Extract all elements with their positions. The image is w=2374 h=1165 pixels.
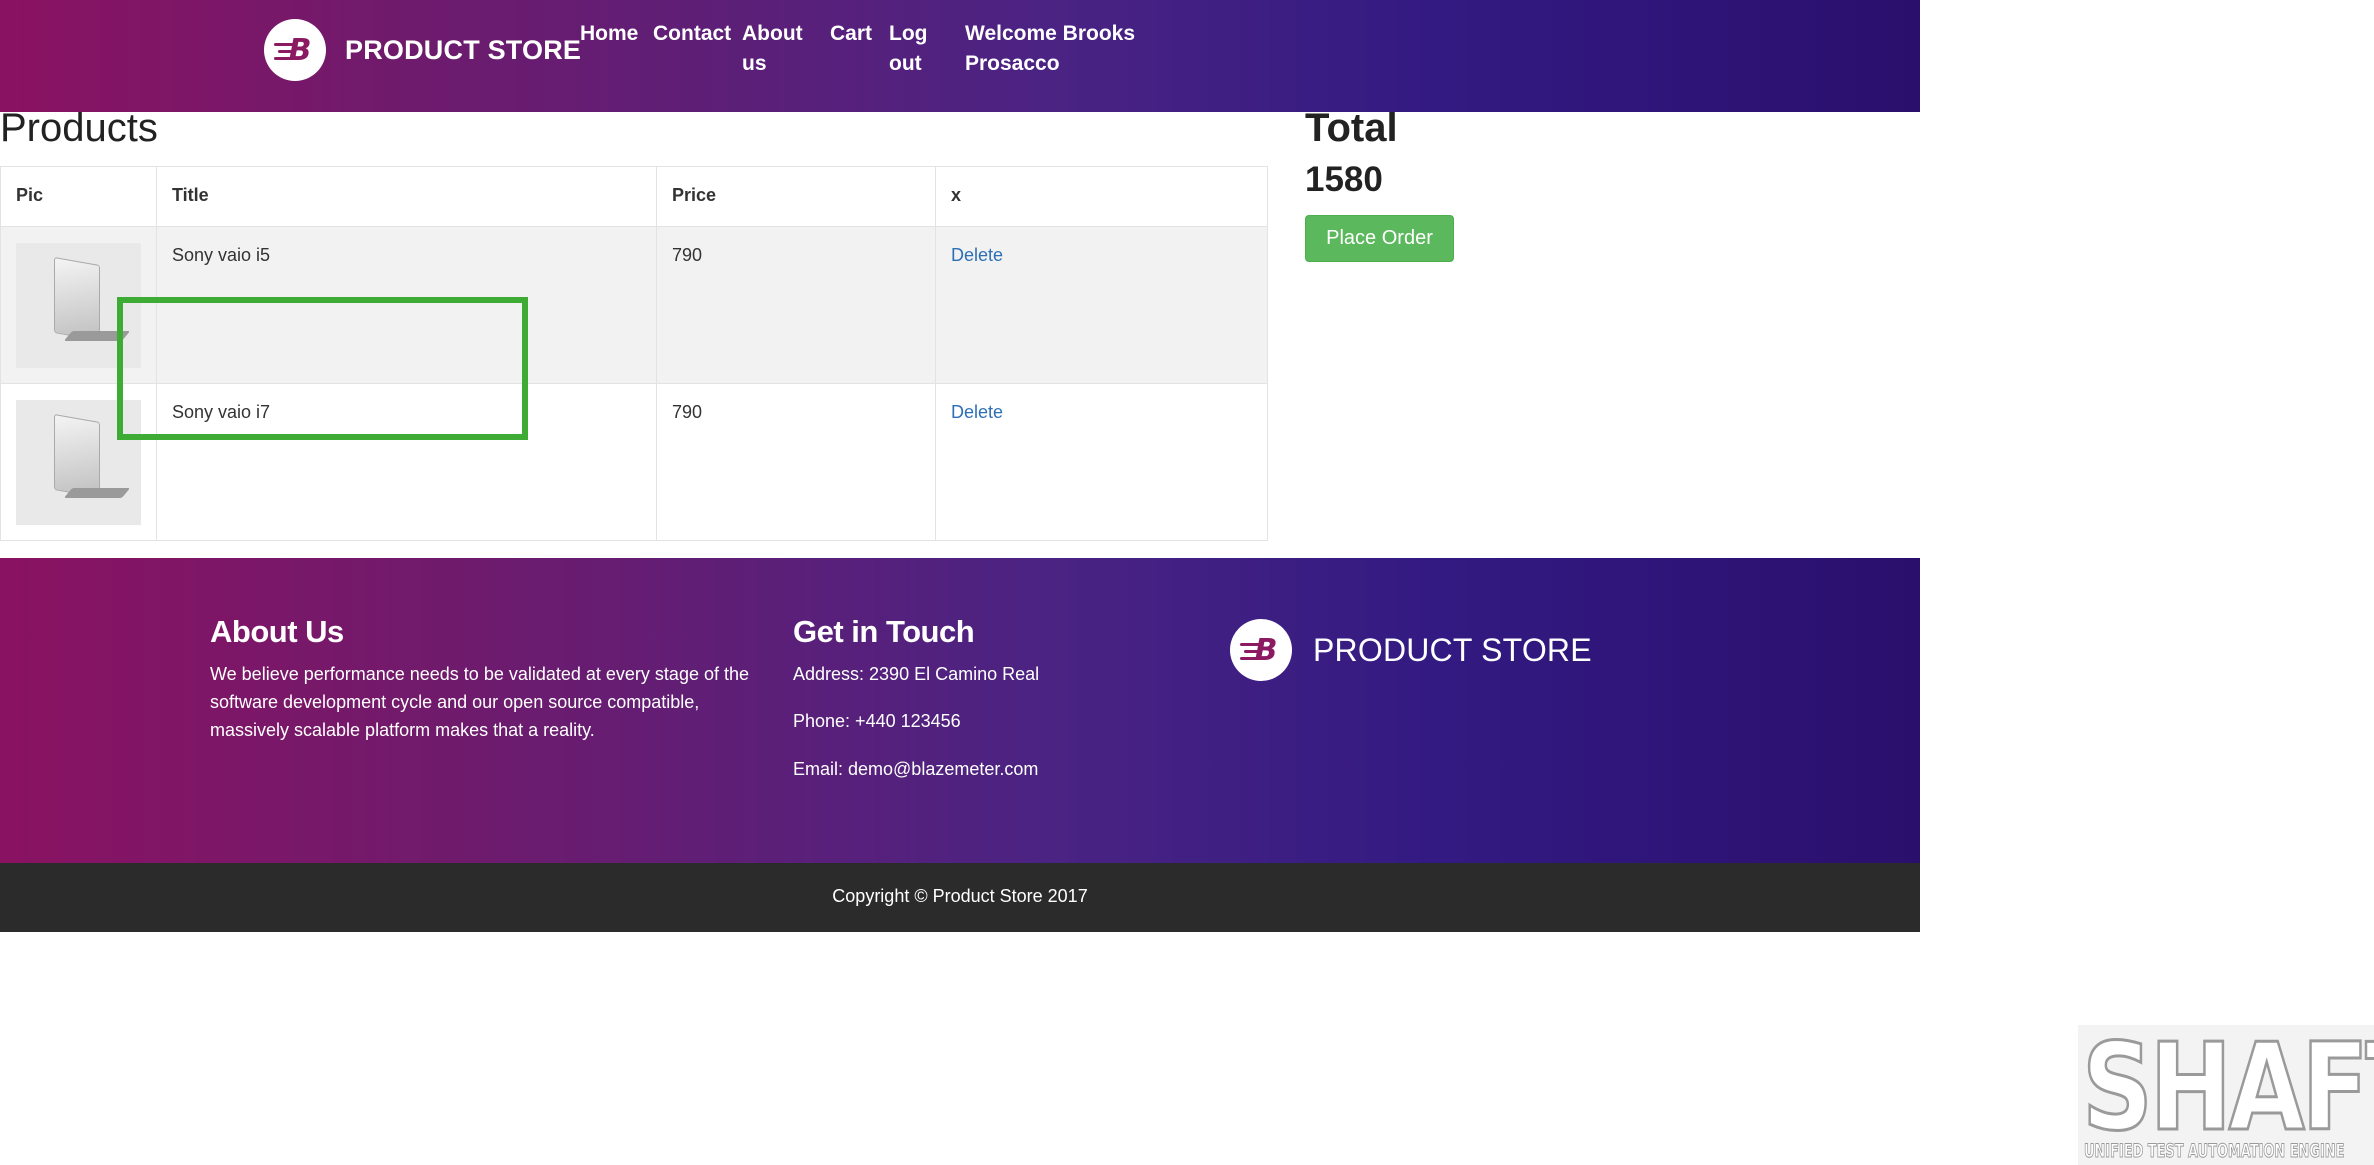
copyright-bar: Copyright © Product Store 2017 [0, 863, 1920, 932]
total-value: 1580 [1305, 160, 1383, 199]
shaft-watermark-logo: SHAFT UNIFIED TEST AUTOMATION ENGINE [2078, 1018, 2374, 1165]
nav-log-out[interactable]: Log out [889, 19, 929, 79]
products-heading: Products [0, 106, 158, 150]
brand-logo-icon: B [264, 19, 326, 81]
brand-name: PRODUCT STORE [345, 34, 582, 65]
footer-brand: B PRODUCT STORE [1230, 619, 1592, 681]
footer-address: Address: 2390 El Camino Real [793, 664, 1040, 684]
nav-welcome-user: Welcome Brooks Prosacco [965, 22, 1135, 75]
footer-brand-logo-icon: B [1230, 619, 1292, 681]
brand-link[interactable]: B PRODUCT STORE [264, 19, 581, 81]
watermark-subtitle: UNIFIED TEST AUTOMATION ENGINE [2084, 1140, 2345, 1163]
footer-about-text: We believe performance needs to be valid… [210, 664, 749, 740]
footer: About Us We believe performance needs to… [0, 558, 1920, 863]
nav-cart[interactable]: Cart [830, 19, 872, 49]
column-header-x: x [935, 166, 1268, 227]
nav-about-us[interactable]: About us [742, 19, 804, 79]
place-order-button[interactable]: Place Order [1305, 215, 1454, 262]
navbar: B PRODUCT STORE Home Contact About us Ca… [0, 0, 1920, 112]
delete-link[interactable]: Delete [951, 402, 1003, 422]
footer-about-heading: About Us [210, 614, 344, 649]
column-header-pic: Pic [0, 166, 157, 227]
nav-home[interactable]: Home [580, 19, 638, 49]
footer-email: Email: demo@blazemeter.com [793, 759, 1039, 779]
highlight-box [117, 297, 528, 440]
cell-price: 790 [656, 226, 936, 384]
cell-action: Delete [935, 383, 1268, 541]
footer-brand-name: PRODUCT STORE [1313, 631, 1592, 668]
watermark-title: SHAFT [2081, 1018, 2374, 1160]
table-header-row: Pic Title Price x [0, 166, 1268, 227]
delete-link[interactable]: Delete [951, 245, 1003, 265]
column-header-price: Price [656, 166, 936, 227]
cell-price: 790 [656, 383, 936, 541]
total-heading: Total [1305, 106, 1398, 150]
footer-phone: Phone: +440 123456 [793, 711, 961, 731]
nav-contact[interactable]: Contact [653, 19, 731, 49]
footer-contact-heading: Get in Touch [793, 614, 975, 649]
cell-action: Delete [935, 226, 1268, 384]
column-header-title: Title [156, 166, 657, 227]
